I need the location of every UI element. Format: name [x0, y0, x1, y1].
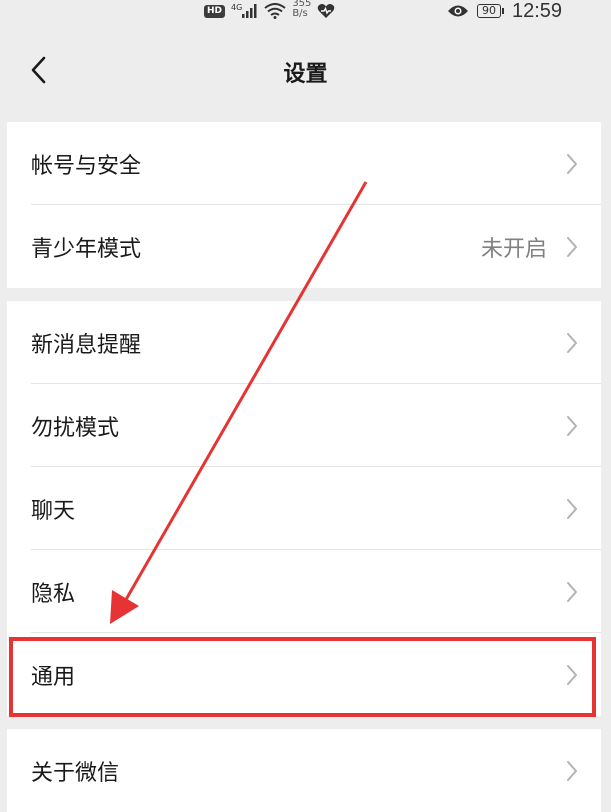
- settings-item-youth-mode[interactable]: 青少年模式 未开启: [7, 205, 601, 288]
- eye-icon: [448, 5, 468, 17]
- chevron-right-icon: [567, 760, 577, 781]
- settings-item-label: 帐号与安全: [31, 153, 142, 179]
- chevron-right-icon: [567, 498, 577, 519]
- settings-item-new-message-alerts[interactable]: 新消息提醒: [7, 301, 601, 384]
- settings-item-label: 新消息提醒: [31, 332, 142, 358]
- network-type: 4G: [231, 3, 243, 12]
- settings-item-label: 聊天: [31, 498, 76, 524]
- settings-item-label: 青少年模式: [31, 236, 142, 262]
- battery-icon: 90: [477, 4, 504, 18]
- status-bar: HD 4G 355 B/s 90 12:59: [0, 0, 611, 26]
- chevron-right-icon: [567, 332, 577, 353]
- settings-item-status: 未开启: [480, 236, 547, 262]
- settings-item-about-wechat[interactable]: 关于微信: [7, 729, 601, 812]
- settings-item-label: 勿扰模式: [31, 415, 120, 441]
- settings-group-about: 关于微信: [7, 729, 601, 812]
- settings-item-chat[interactable]: 聊天: [7, 467, 601, 550]
- status-icons-left: HD 4G 355 B/s: [204, 0, 335, 22]
- hd-badge: HD: [204, 4, 226, 18]
- settings-item-privacy[interactable]: 隐私: [7, 550, 601, 633]
- chevron-right-icon: [567, 153, 577, 174]
- wifi-icon: [264, 3, 286, 19]
- chevron-right-icon: [567, 581, 577, 602]
- health-heart-icon: [318, 4, 335, 18]
- settings-item-label: 隐私: [31, 581, 76, 607]
- settings-group-account: 帐号与安全 青少年模式 未开启: [7, 122, 601, 288]
- settings-item-account-security[interactable]: 帐号与安全: [7, 122, 601, 205]
- chevron-right-icon: [567, 236, 577, 257]
- status-icons-right: 90 12:59: [447, 0, 562, 22]
- signal-icon: 4G: [231, 3, 258, 18]
- page-title: 设置: [283, 62, 328, 87]
- chevron-right-icon: [567, 415, 577, 436]
- speed-unit: B/s: [292, 8, 308, 19]
- settings-item-do-not-disturb[interactable]: 勿扰模式: [7, 384, 601, 467]
- network-speed: 355 B/s: [292, 0, 311, 19]
- clock: 12:59: [512, 0, 563, 22]
- battery-level: 90: [477, 4, 501, 18]
- nav-bar: 设置: [0, 26, 611, 114]
- settings-item-label: 关于微信: [31, 760, 120, 786]
- highlight-box: [9, 637, 596, 717]
